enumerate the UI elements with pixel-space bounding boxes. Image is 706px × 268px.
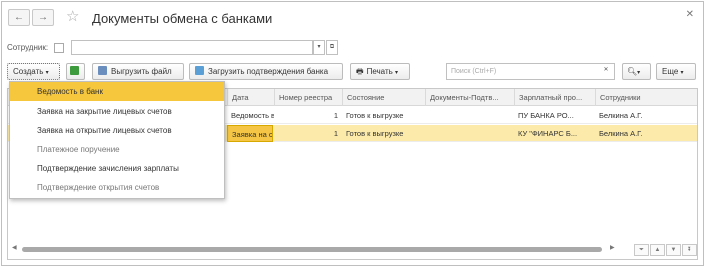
export-file-button[interactable]: Выгрузить файл	[92, 63, 184, 80]
employee-cell: Белкина А.Г.	[599, 129, 643, 138]
menu-item-salary-confirmation[interactable]: Подтверждение зачисления зарплаты	[10, 159, 224, 178]
forward-button[interactable]: →	[32, 9, 54, 26]
salary-project-cell: КУ "ФИНАРС Б...	[518, 129, 578, 138]
chevron-down-icon: ▾	[680, 70, 684, 76]
status-cell: Готов к выгрузке	[346, 129, 404, 138]
print-button[interactable]: 🖶 Печать ▾	[350, 63, 410, 80]
load-confirmations-label: Загрузить подтверждения банка	[208, 67, 329, 76]
open-link-icon: ⧉	[329, 44, 335, 50]
chevron-down-icon: ▾	[395, 70, 399, 76]
scroll-right-icon[interactable]: ▶	[610, 244, 615, 251]
more-label: Еще	[662, 67, 679, 76]
main-window: ← → ☆ Документы обмена с банками ✕ Сотру…	[1, 1, 704, 266]
menu-item-bank-statement[interactable]: Ведомость в банк	[10, 82, 224, 101]
menu-item-payment-order[interactable]: Платежное поручение	[10, 140, 224, 159]
excel-icon	[70, 66, 79, 75]
more-button[interactable]: Еще ▾	[656, 63, 696, 80]
column-header-confirmation-docs[interactable]: Документы-Подтв...	[425, 89, 514, 106]
arrow-left-icon: ←	[14, 12, 24, 23]
chevron-down-icon: ▾	[637, 70, 641, 76]
status-cell: Готов к выгрузке	[346, 111, 404, 120]
registry-number-cell: 1	[333, 111, 338, 120]
page-title: Документы обмена с банками	[92, 11, 273, 26]
search-button[interactable]: 🔍︎▾	[622, 63, 651, 80]
menu-item-close-accounts-request[interactable]: Заявка на закрытие лицевых счетов	[10, 102, 224, 121]
print-label: Печать	[366, 67, 393, 76]
confirmation-cell	[425, 107, 514, 124]
scroll-down-button[interactable]: ▼	[666, 244, 681, 256]
registry-number-cell: 1	[333, 129, 338, 138]
chevron-down-icon: ▾	[45, 70, 49, 76]
horizontal-scrollbar[interactable]: ◀ ▶	[8, 245, 620, 255]
create-dropdown-menu: Ведомость в банк Заявка на закрытие лице…	[9, 81, 225, 199]
search-input[interactable]: Поиск (Ctrl+F)	[446, 63, 615, 80]
export-file-label: Выгрузить файл	[111, 67, 172, 76]
create-button[interactable]: Создать ▾	[7, 63, 60, 80]
load-confirmations-icon	[195, 66, 204, 75]
open-employee-button[interactable]: ⧉	[326, 40, 338, 55]
back-button[interactable]: ←	[8, 9, 30, 26]
scroll-left-icon[interactable]: ◀	[12, 244, 17, 251]
title-bar: ← → ☆ Документы обмена с банками ✕	[2, 2, 703, 32]
export-file-icon	[98, 66, 107, 75]
employee-filter-label: Сотрудник:	[7, 43, 49, 52]
column-header-status[interactable]: Состояние	[342, 89, 425, 106]
excel-export-button[interactable]	[66, 63, 85, 80]
clear-search-icon[interactable]: ✕	[600, 64, 612, 79]
load-confirmations-button[interactable]: Загрузить подтверждения банка	[189, 63, 343, 80]
scroll-up-button[interactable]: ▲	[650, 244, 665, 256]
doc-type-cell: Ведомость в банк	[231, 111, 274, 120]
employee-filter-input[interactable]	[71, 40, 313, 55]
double-chevron-down-icon: ⏬︎	[687, 247, 691, 253]
column-header-salary-project[interactable]: Зарплатный про...	[514, 89, 595, 106]
chevron-up-icon: ▲	[654, 247, 661, 253]
double-chevron-icon: ⏷	[639, 247, 644, 253]
salary-project-cell: ПУ БАНКА РО...	[518, 111, 574, 120]
scroll-to-bottom-button[interactable]: ⏷	[634, 244, 649, 256]
scrollbar-thumb[interactable]	[22, 247, 602, 252]
confirmation-cell	[425, 125, 514, 142]
search-icon: 🔍︎	[627, 67, 638, 76]
column-header-registry-number[interactable]: Номер реестра	[274, 89, 342, 106]
printer-icon: 🖶	[356, 67, 364, 76]
filter-row: Сотрудник: ▾ ⧉	[2, 40, 703, 56]
menu-item-account-opening-confirmation[interactable]: Подтверждение открытия счетов	[10, 178, 224, 197]
doc-type-cell[interactable]: Заявка на откр...	[227, 125, 273, 142]
chevron-down-icon: ▼	[670, 247, 677, 253]
menu-item-open-accounts-request[interactable]: Заявка на открытие лицевых счетов	[10, 121, 224, 140]
column-header-date[interactable]: Дата	[227, 89, 274, 106]
employee-dropdown-button[interactable]: ▾	[313, 40, 325, 55]
chevron-down-icon: ▾	[317, 44, 321, 50]
favorite-star-icon[interactable]: ☆	[66, 7, 79, 25]
toolbar: Создать ▾ Выгрузить файл Загрузить подтв…	[2, 63, 703, 81]
employee-cell: Белкина А.Г.	[599, 111, 643, 120]
scroll-to-end-button[interactable]: ⏬︎	[682, 244, 697, 256]
close-icon[interactable]: ✕	[686, 9, 694, 20]
arrow-right-icon: →	[38, 12, 48, 23]
column-header-employees[interactable]: Сотрудники	[595, 89, 697, 106]
employee-filter-checkbox[interactable]	[54, 43, 64, 53]
create-button-label: Создать	[13, 67, 44, 76]
